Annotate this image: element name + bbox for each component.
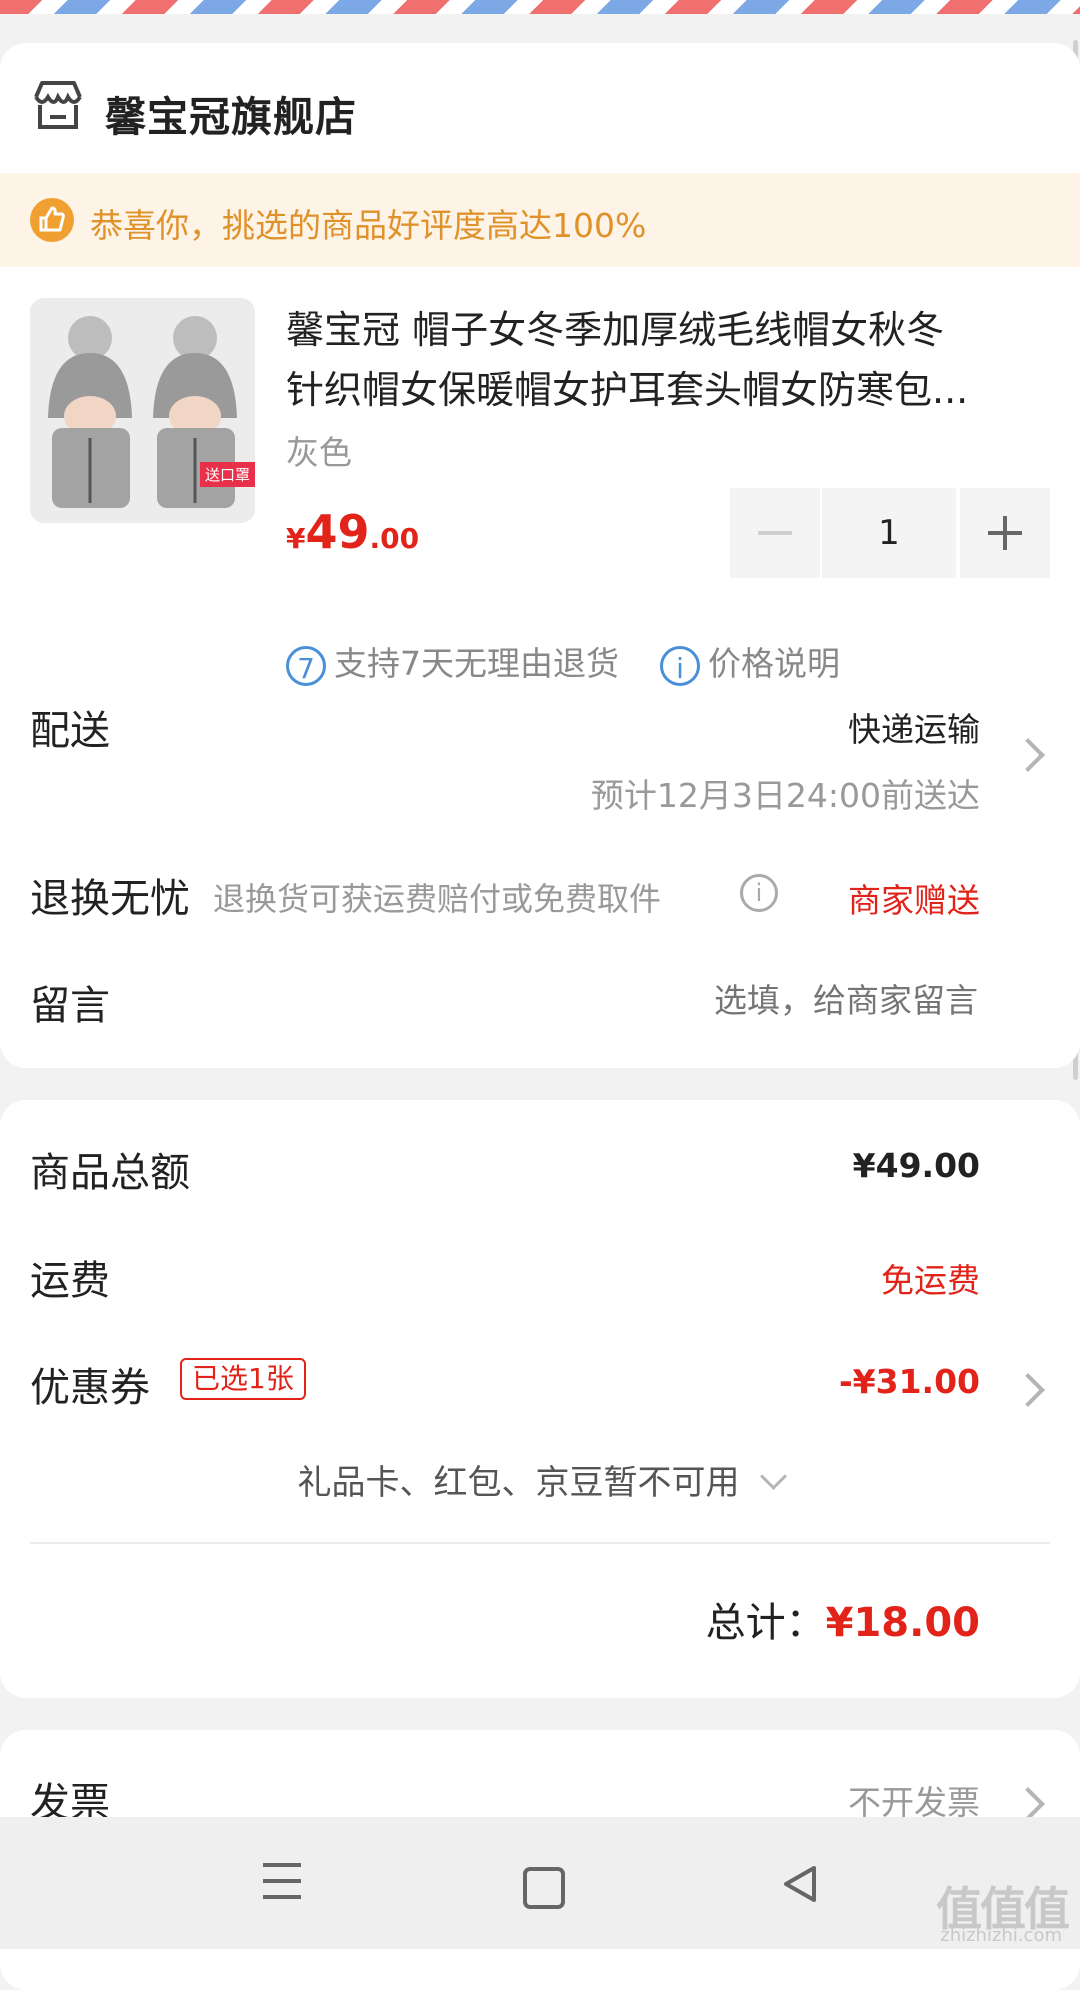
plus-icon [988,516,1022,550]
return-label: 退换无忧 [30,876,190,922]
thumbs-up-icon [30,198,74,242]
coupon-label: 优惠券 [30,1365,150,1411]
shipping-label: 运费 [30,1258,110,1304]
gift-tag: 送口罩 [199,462,255,487]
watermark-url: zhizhizhi.com [940,1925,1062,1946]
praise-text: 恭喜你，挑选的商品好评度高达100% [90,206,647,245]
price-currency: ¥ [286,522,306,555]
chevron-right-icon [1011,1373,1045,1407]
quantity-stepper: 1 [730,488,1050,578]
system-nav-bar: 值值值 zhizhizhi.com [0,1817,1080,1949]
goods-total-label: 商品总额 [30,1150,190,1196]
message-input[interactable] [476,971,980,1029]
price-integer: 49 [305,505,370,559]
product-price: ¥49.00 [286,505,419,559]
price-info-label: 价格说明 [708,644,840,683]
product-title[interactable]: 馨宝冠 帽子女冬季加厚绒毛线帽女秋冬 针织帽女保暖帽女护耳套头帽女防寒包... [286,300,1056,420]
minus-icon [758,531,792,535]
return-policy-tag[interactable]: 7 支持7天无理由退货 [286,641,619,687]
store-name[interactable]: 馨宝冠旗舰店 [105,83,357,143]
price-info-tag[interactable]: i 价格说明 [660,641,840,687]
increase-button[interactable] [960,488,1050,578]
chevron-down-icon [759,1463,787,1490]
message-label: 留言 [30,983,110,1029]
back-icon[interactable] [780,1862,820,1906]
store-icon [34,81,82,129]
quantity-value[interactable]: 1 [822,488,956,578]
product-image[interactable]: 送口罩 [30,298,255,523]
praise-banner: 恭喜你，挑选的商品好评度高达100% [0,173,1080,267]
coupon-badge: 已选1张 [180,1358,306,1400]
menu-icon[interactable] [263,1863,301,1911]
summary-card: 商品总额 ¥49.00 运费 免运费 优惠券 已选1张 -¥31.00 礼品卡、… [0,1100,1080,1698]
airmail-border [0,0,1080,14]
store-header[interactable]: 馨宝冠旗舰店 [0,43,1080,171]
chevron-right-icon [1011,738,1045,772]
home-icon[interactable] [523,1867,565,1909]
delivery-method: 快递运输 [848,710,980,749]
total-label: 总计： [705,1600,826,1646]
seven-day-icon: 7 [286,645,326,686]
product-title-line: 针织帽女保暖帽女护耳套头帽女防寒包... [286,368,969,412]
coupon-value: -¥31.00 [838,1362,980,1401]
decrease-button[interactable] [730,488,820,578]
unavailable-benefits[interactable]: 礼品卡、红包、京豆暂不可用 [0,1455,1080,1504]
unavailable-text: 礼品卡、红包、京豆暂不可用 [297,1463,740,1503]
return-desc: 退换货可获运费赔付或免费取件 [213,880,662,918]
return-value: 商家赠送 [848,881,980,920]
return-policy-label: 支持7天无理由退货 [334,644,619,683]
product-title-line: 馨宝冠 帽子女冬季加厚绒毛线帽女秋冬 [286,308,945,352]
chevron-right-icon [1011,1787,1045,1821]
total-amount: ¥18.00 [825,1600,980,1646]
total-row: 总计：¥18.00 [706,1590,980,1648]
product-variant: 灰色 [286,433,352,472]
info-icon: i [660,645,700,686]
shipping-value: 免运费 [881,1261,980,1300]
order-card: 馨宝冠旗舰店 恭喜你，挑选的商品好评度高达100% 送口罩 馨宝冠 帽子女冬季加… [0,43,1080,1068]
price-decimal: .00 [369,522,420,555]
goods-total-value: ¥49.00 [852,1146,980,1185]
divider [30,1542,1050,1544]
info-icon[interactable]: i [740,874,778,912]
delivery-eta: 预计12月3日24:00前送达 [590,776,980,815]
delivery-label: 配送 [30,708,110,754]
